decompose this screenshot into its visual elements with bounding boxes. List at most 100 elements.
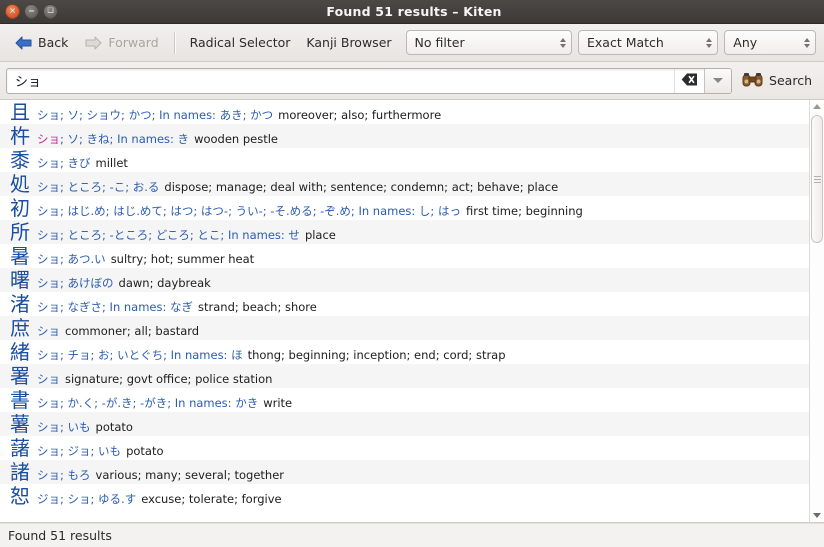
back-label: Back xyxy=(38,35,68,50)
result-readings: ショ; ソ; きね; In names: き xyxy=(37,131,189,147)
window-controls: ✕ − ❑ xyxy=(5,4,58,19)
result-meaning: write xyxy=(263,396,292,410)
result-readings: ショ; か.く; -が.き; -がき; In names: かき xyxy=(37,395,258,411)
result-readings: ショ; チョ; お; いとぐち; In names: ほ xyxy=(37,347,243,363)
toolbar-separator xyxy=(174,32,175,54)
result-readings: ショ xyxy=(37,323,60,339)
results-list[interactable]: 且ショ; ソ; ショウ; かつ; In names: あき; かつmoreove… xyxy=(0,100,809,522)
result-kanji: 杵 xyxy=(10,125,30,147)
result-meaning: dawn; daybreak xyxy=(119,276,211,290)
kanji-browser-button[interactable]: Kanji Browser xyxy=(298,32,399,53)
result-row[interactable]: 庶ショcommoner; all; bastard xyxy=(0,316,809,340)
result-kanji: 所 xyxy=(10,221,30,243)
result-meaning: first time; beginning xyxy=(466,204,583,218)
result-kanji: 渚 xyxy=(10,293,30,315)
result-readings: ショ xyxy=(37,371,60,387)
result-meaning: potato xyxy=(126,444,163,458)
result-kanji: 緒 xyxy=(10,341,30,363)
scroll-up-arrow[interactable] xyxy=(810,100,824,113)
spinner-icon xyxy=(706,38,712,48)
result-kanji: 書 xyxy=(10,389,30,411)
matched-reading: ショ xyxy=(37,132,60,146)
forward-button[interactable]: Forward xyxy=(76,31,166,54)
result-readings: ショ; ジョ; いも xyxy=(37,443,121,459)
result-kanji: 藷 xyxy=(10,437,30,459)
forward-arrow-icon xyxy=(84,36,103,50)
result-row[interactable]: 緒ショ; チョ; お; いとぐち; In names: ほ thong; begi… xyxy=(0,340,809,364)
search-history-button[interactable] xyxy=(704,69,731,93)
filter-dropdown[interactable]: No filter xyxy=(406,30,572,55)
result-readings: ショ; あけぼの xyxy=(37,275,114,291)
close-icon: ✕ xyxy=(9,7,16,15)
result-row[interactable]: 諸ショ; もろvarious; many; several; together xyxy=(0,460,809,484)
results-scrollbar[interactable] xyxy=(809,100,824,522)
result-kanji: 署 xyxy=(10,365,30,387)
clear-search-button[interactable] xyxy=(674,69,704,93)
result-readings: ショ; ところ; -ところ; どころ; とこ; In names: せ xyxy=(37,227,300,243)
maximize-icon: ❑ xyxy=(47,8,53,15)
spinner-icon xyxy=(804,38,810,48)
binoculars-icon xyxy=(742,72,763,90)
close-button[interactable]: ✕ xyxy=(5,4,20,19)
result-meaning: millet xyxy=(96,156,128,170)
result-row[interactable]: 書ショ; か.く; -が.き; -がき; In names: かき write xyxy=(0,388,809,412)
match-value: Exact Match xyxy=(587,35,664,50)
minimize-button[interactable]: − xyxy=(24,4,39,19)
maximize-button[interactable]: ❑ xyxy=(43,4,58,19)
chevron-down-icon xyxy=(713,78,723,83)
result-readings: ショ; いも xyxy=(37,419,91,435)
forward-label: Forward xyxy=(108,35,158,50)
result-row[interactable]: 暑ショ; あつ.い sultry; hot; summer heat xyxy=(0,244,809,268)
result-row[interactable]: 曙ショ; あけぼの dawn; daybreak xyxy=(0,268,809,292)
result-meaning: place xyxy=(305,228,336,242)
result-kanji: 処 xyxy=(10,173,30,195)
result-row[interactable]: 黍ショ; きび millet xyxy=(0,148,809,172)
result-meaning: moreover; also; furthermore xyxy=(278,108,441,122)
result-row[interactable]: 初ショ; はじ.め; はじ.めて; はつ; はつ-; うい-; -そ.める; -… xyxy=(0,196,809,220)
result-readings: ショ; もろ xyxy=(37,467,91,483)
radical-selector-button[interactable]: Radical Selector xyxy=(182,32,299,53)
search-input[interactable] xyxy=(7,69,674,93)
scroll-down-arrow[interactable] xyxy=(810,509,824,522)
result-kanji: 薯 xyxy=(10,413,30,435)
result-row[interactable]: 恕ジョ; ショ; ゆる.すexcuse; tolerate; forgive xyxy=(0,484,809,508)
result-meaning: thong; beginning; inception; end; cord; … xyxy=(248,348,506,362)
search-button[interactable]: Search xyxy=(732,69,818,93)
results-area: 且ショ; ソ; ショウ; かつ; In names: あき; かつmoreove… xyxy=(0,100,824,523)
result-kanji: 且 xyxy=(10,101,30,123)
search-field-wrapper xyxy=(6,68,732,94)
main-toolbar: Back Forward Radical Selector Kanji Brow… xyxy=(0,24,824,62)
result-row[interactable]: 杵ショ; ソ; きね; In names: き wooden pestle xyxy=(0,124,809,148)
result-row[interactable]: 且ショ; ソ; ショウ; かつ; In names: あき; かつmoreove… xyxy=(0,100,809,124)
result-meaning: commoner; all; bastard xyxy=(65,324,199,338)
result-row[interactable]: 所ショ; ところ; -ところ; どころ; とこ; In names: せ plac… xyxy=(0,220,809,244)
result-readings: ジョ; ショ; ゆる.す xyxy=(37,491,136,507)
match-type-dropdown[interactable]: Exact Match xyxy=(578,30,718,55)
result-readings: ショ; あつ.い xyxy=(37,251,106,267)
result-meaning: sultry; hot; summer heat xyxy=(111,252,254,266)
back-button[interactable]: Back xyxy=(6,31,76,54)
result-row[interactable]: 渚ショ; なぎさ; In names: なぎ strand; beach; sho… xyxy=(0,292,809,316)
result-meaning: dispose; manage; deal with; sentence; co… xyxy=(164,180,558,194)
filter-value: No filter xyxy=(415,35,465,50)
result-kanji: 初 xyxy=(10,197,30,219)
result-row[interactable]: 処ショ; ところ; -こ; お.るdispose; manage; deal w… xyxy=(0,172,809,196)
result-row[interactable]: 藷ショ; ジョ; いも potato xyxy=(0,436,809,460)
result-meaning: various; many; several; together xyxy=(96,468,284,482)
result-meaning: potato xyxy=(96,420,133,434)
result-meaning: strand; beach; shore xyxy=(198,300,317,314)
result-row[interactable]: 薯ショ; いも potato xyxy=(0,412,809,436)
result-row[interactable]: 署ショ signature; govt office; police statio… xyxy=(0,364,809,388)
status-bar: Found 51 results xyxy=(0,523,824,547)
result-meaning: signature; govt office; police station xyxy=(65,372,272,386)
kiten-window: ✕ − ❑ Found 51 results – Kiten Back Forw… xyxy=(0,0,824,547)
clear-icon xyxy=(681,73,698,89)
result-kanji: 黍 xyxy=(10,149,30,171)
scope-dropdown[interactable]: Any xyxy=(724,30,816,55)
result-readings: ショ; なぎさ; In names: なぎ xyxy=(37,299,193,315)
result-meaning: wooden pestle xyxy=(194,132,278,146)
result-kanji: 暑 xyxy=(10,245,30,267)
result-kanji: 曙 xyxy=(10,269,30,291)
result-readings: ショ; きび xyxy=(37,155,91,171)
scrollbar-thumb[interactable] xyxy=(811,115,823,243)
